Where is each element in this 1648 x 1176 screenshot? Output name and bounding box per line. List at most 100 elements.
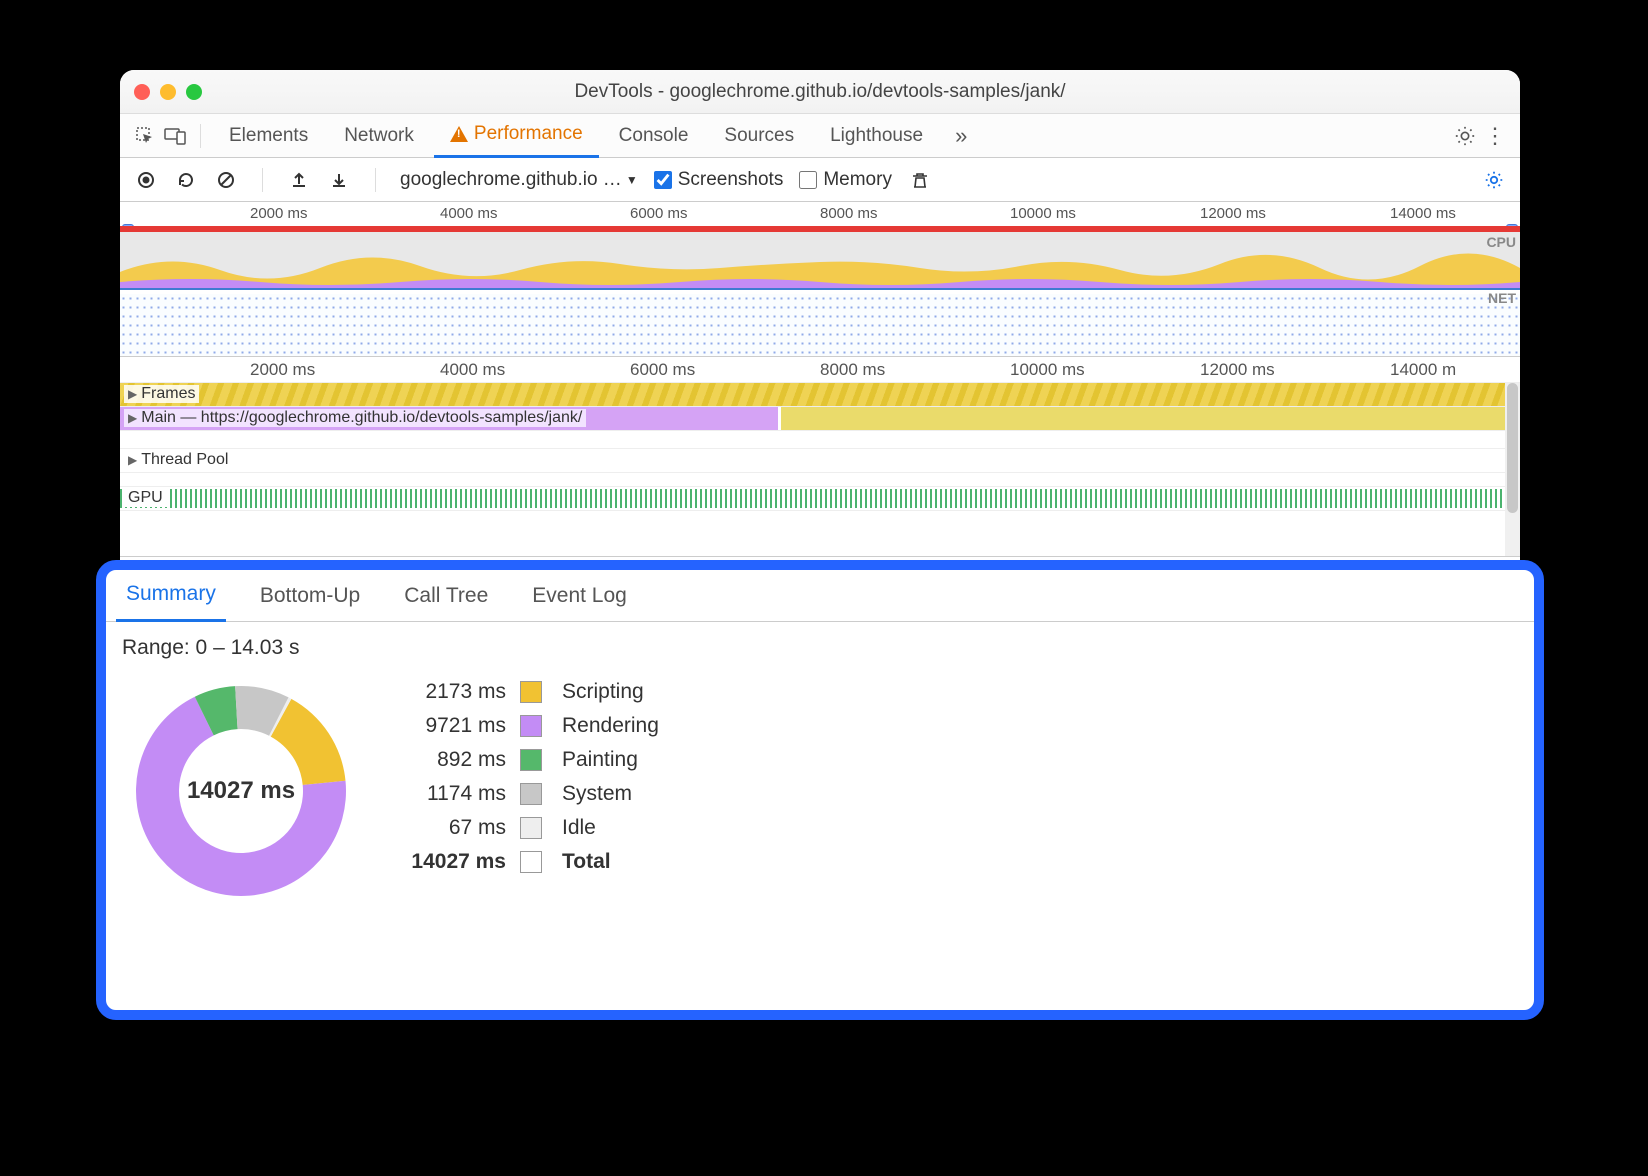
divider: [375, 168, 376, 192]
lane-gpu-label: GPU: [128, 489, 163, 507]
lane-thread-pool-label: Thread Pool: [141, 451, 228, 469]
legend-idle-label: Idle: [562, 816, 659, 840]
zoom-icon[interactable]: [186, 84, 202, 100]
tab-summary[interactable]: Summary: [116, 570, 226, 622]
net-label: NET: [1488, 290, 1516, 306]
screenshots-checkbox[interactable]: Screenshots: [654, 169, 784, 191]
close-icon[interactable]: [134, 84, 150, 100]
cpu-overview: [120, 232, 1520, 290]
summary-body: 14027 ms 2173 ms Scripting 9721 ms Rende…: [106, 666, 1534, 1010]
overview-panel[interactable]: 2000 ms 4000 ms 6000 ms 8000 ms 10000 ms…: [120, 202, 1520, 357]
traffic-lights: [134, 84, 202, 100]
tick: 14000 ms: [1390, 205, 1456, 222]
tab-sources[interactable]: Sources: [708, 114, 810, 158]
inspect-icon[interactable]: [132, 123, 158, 149]
memory-checkbox[interactable]: Memory: [799, 169, 892, 191]
flame-ruler[interactable]: 2000 ms 4000 ms 6000 ms 8000 ms 10000 ms…: [120, 357, 1520, 383]
tick: 12000 ms: [1200, 360, 1275, 380]
legend-idle-swatch: [520, 817, 542, 839]
legend-system-val: 1174 ms: [396, 782, 506, 806]
legend-scripting-swatch: [520, 681, 542, 703]
tab-console[interactable]: Console: [603, 114, 705, 158]
expand-icon[interactable]: ▶: [128, 387, 137, 401]
warning-icon: [450, 126, 468, 142]
legend-scripting-val: 2173 ms: [396, 680, 506, 704]
upload-icon[interactable]: [287, 168, 311, 192]
download-icon[interactable]: [327, 168, 351, 192]
device-toggle-icon[interactable]: [162, 123, 188, 149]
main-tab-strip: Elements Network Performance Console Sou…: [120, 114, 1520, 158]
cpu-label: CPU: [1486, 234, 1516, 250]
tick: 6000 ms: [630, 205, 688, 222]
lane-spacer: [120, 473, 1520, 487]
garbage-collect-icon[interactable]: [908, 168, 932, 192]
lane-thread-pool[interactable]: ▶ Thread Pool: [120, 449, 1520, 473]
scrollbar-thumb[interactable]: [1507, 383, 1518, 513]
tick: 10000 ms: [1010, 360, 1085, 380]
tab-bottom-up[interactable]: Bottom-Up: [250, 570, 370, 622]
flame-scrollbar[interactable]: [1505, 383, 1520, 556]
legend-rendering-swatch: [520, 715, 542, 737]
details-tab-strip: Summary Bottom-Up Call Tree Event Log: [106, 570, 1534, 622]
tab-lighthouse[interactable]: Lighthouse: [814, 114, 939, 158]
legend-total-val: 14027 ms: [396, 850, 506, 874]
titlebar: DevTools - googlechrome.github.io/devtoo…: [120, 70, 1520, 114]
legend-system-label: System: [562, 782, 659, 806]
gpu-bars: [120, 489, 1520, 508]
tick: 4000 ms: [440, 360, 505, 380]
profile-selector-label: googlechrome.github.io …: [400, 169, 622, 191]
net-overview: [120, 294, 1520, 356]
tick: 10000 ms: [1010, 205, 1076, 222]
tab-performance-label: Performance: [474, 123, 583, 145]
range-label: Range: 0 – 14.03 s: [106, 622, 1534, 666]
legend-painting-label: Painting: [562, 748, 659, 772]
summary-panel-highlight: Summary Bottom-Up Call Tree Event Log Ra…: [96, 560, 1544, 1020]
legend-idle-val: 67 ms: [396, 816, 506, 840]
performance-toolbar: googlechrome.github.io … ▼ Screenshots M…: [120, 158, 1520, 202]
clear-icon[interactable]: [214, 168, 238, 192]
reload-icon[interactable]: [174, 168, 198, 192]
legend-system-swatch: [520, 783, 542, 805]
legend-rendering-label: Rendering: [562, 714, 659, 738]
lane-main-detail[interactable]: [120, 431, 1520, 449]
tick: 4000 ms: [440, 205, 498, 222]
memory-label: Memory: [823, 169, 892, 191]
tick: 6000 ms: [630, 360, 695, 380]
memory-input[interactable]: [799, 171, 817, 189]
tab-elements[interactable]: Elements: [213, 114, 324, 158]
profile-selector[interactable]: googlechrome.github.io … ▼: [400, 169, 638, 191]
summary-legend: 2173 ms Scripting 9721 ms Rendering 892 …: [396, 680, 659, 874]
tab-call-tree[interactable]: Call Tree: [394, 570, 498, 622]
tab-event-log[interactable]: Event Log: [522, 570, 637, 622]
tick: 2000 ms: [250, 205, 308, 222]
chevron-down-icon: ▼: [626, 173, 638, 187]
record-icon[interactable]: [134, 168, 158, 192]
legend-rendering-val: 9721 ms: [396, 714, 506, 738]
lane-main[interactable]: ▶ Main — https://googlechrome.github.io/d…: [120, 407, 1520, 431]
legend-scripting-label: Scripting: [562, 680, 659, 704]
legend-painting-val: 892 ms: [396, 748, 506, 772]
kebab-menu-icon[interactable]: ⋮: [1482, 123, 1508, 149]
tick: 8000 ms: [820, 205, 878, 222]
divider: [262, 168, 263, 192]
legend-total-swatch: [520, 851, 542, 873]
screenshots-input[interactable]: [654, 171, 672, 189]
overview-ruler[interactable]: 2000 ms 4000 ms 6000 ms 8000 ms 10000 ms…: [120, 202, 1520, 226]
more-tabs-icon[interactable]: »: [943, 123, 979, 149]
legend-painting-swatch: [520, 749, 542, 771]
lane-frames[interactable]: ▶Frames: [120, 383, 1520, 407]
tab-network[interactable]: Network: [328, 114, 430, 158]
expand-icon[interactable]: ▶: [128, 453, 137, 467]
minimize-icon[interactable]: [160, 84, 176, 100]
summary-donut: 14027 ms: [126, 676, 356, 906]
screenshots-label: Screenshots: [678, 169, 784, 191]
flame-chart[interactable]: 2000 ms 4000 ms 6000 ms 8000 ms 10000 ms…: [120, 357, 1520, 557]
capture-settings-icon[interactable]: [1482, 168, 1506, 192]
settings-icon[interactable]: [1452, 123, 1478, 149]
lane-main-label: Main — https://googlechrome.github.io/de…: [141, 409, 582, 427]
lane-gpu[interactable]: GPU: [120, 487, 1520, 511]
divider: [200, 124, 201, 148]
tab-performance[interactable]: Performance: [434, 114, 599, 158]
expand-icon[interactable]: ▶: [128, 411, 137, 425]
legend-total-label: Total: [562, 850, 659, 874]
